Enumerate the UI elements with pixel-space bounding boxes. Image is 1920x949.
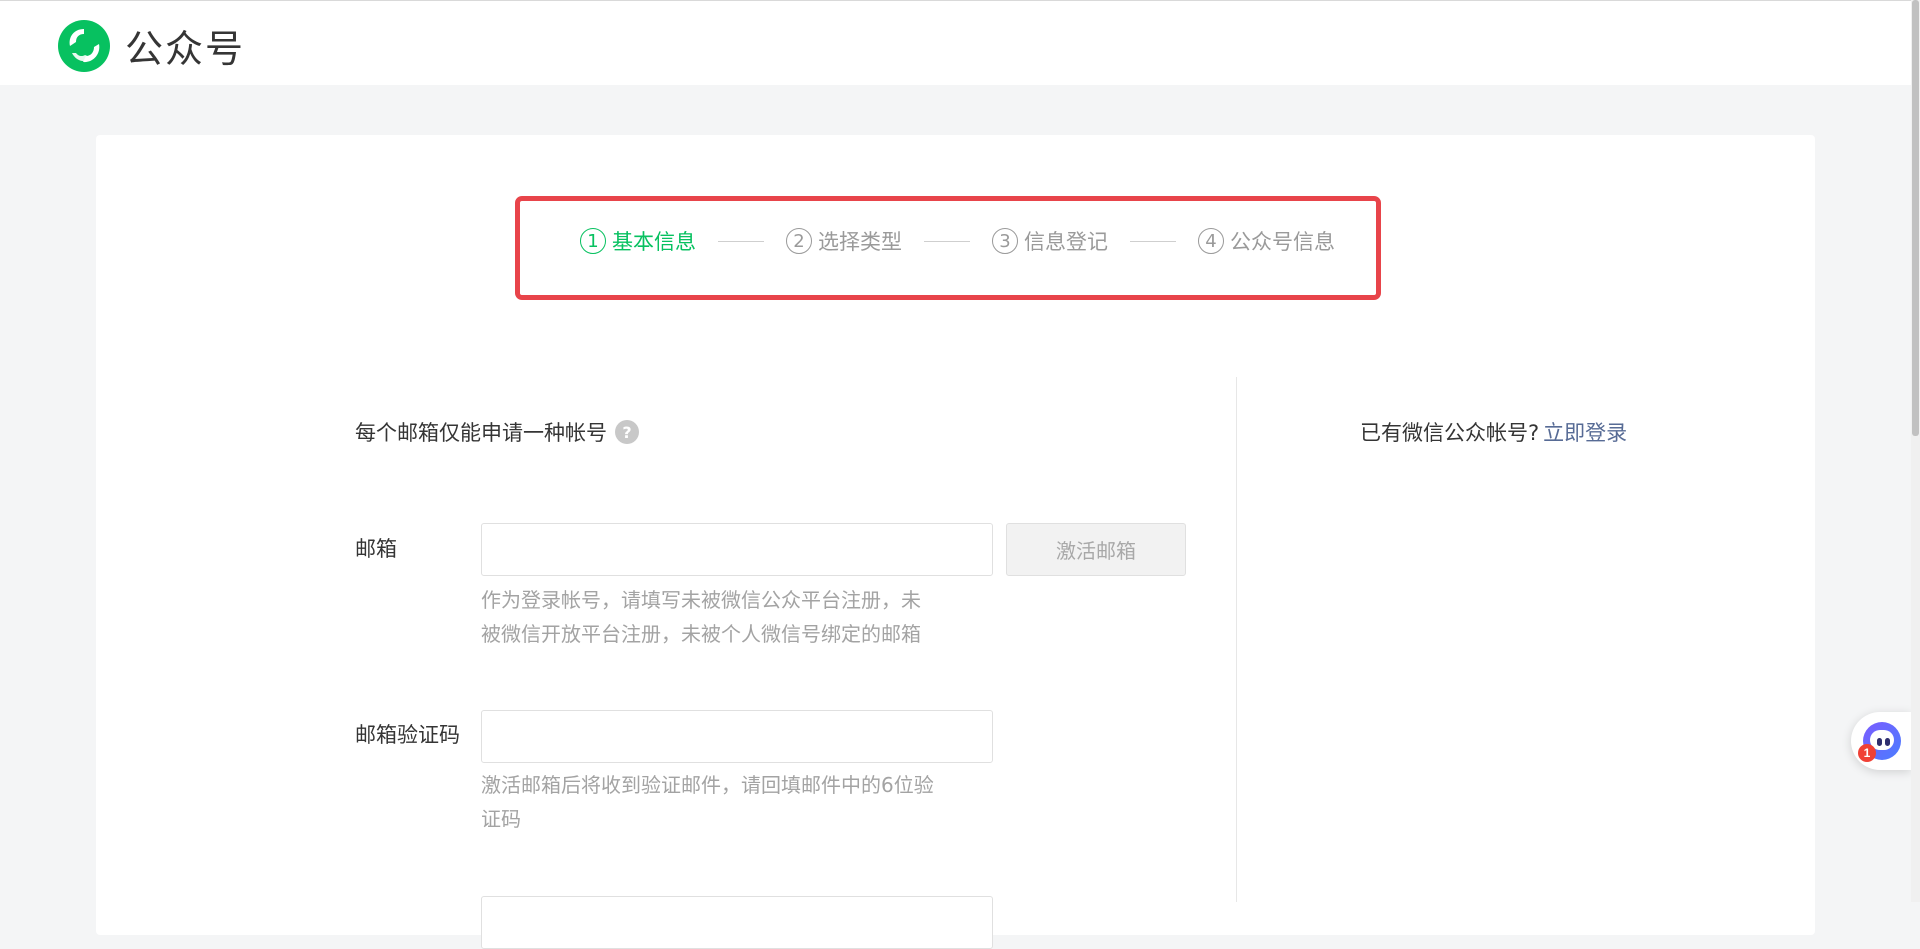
verification-code-label: 邮箱验证码 bbox=[355, 723, 460, 747]
verification-code-hint: 激活邮箱后将收到验证邮件，请回填邮件中的6位验 证码 bbox=[481, 768, 1001, 836]
verification-code-field[interactable] bbox=[481, 710, 993, 763]
step-label: 公众号信息 bbox=[1230, 230, 1335, 254]
verification-code-input[interactable] bbox=[482, 711, 992, 762]
step-connector bbox=[924, 240, 970, 242]
step-number: 1 bbox=[580, 228, 606, 254]
top-header: 公众号 bbox=[0, 0, 1911, 85]
assistant-eye bbox=[1885, 738, 1890, 746]
scrollbar-thumb[interactable] bbox=[1912, 0, 1919, 436]
existing-account-prompt: 已有微信公众帐号? 立即登录 bbox=[1360, 417, 1627, 447]
email-field[interactable] bbox=[481, 523, 993, 576]
step-label: 选择类型 bbox=[818, 230, 902, 254]
notice-text: 每个邮箱仅能申请一种帐号 bbox=[355, 421, 607, 445]
step-label: 信息登记 bbox=[1024, 230, 1108, 254]
step-connector bbox=[718, 240, 764, 242]
step-basic-info: 1 基本信息 bbox=[580, 226, 696, 256]
email-label: 邮箱 bbox=[355, 537, 397, 561]
registration-stepper: 1 基本信息 2 选择类型 3 信息登记 4 公众号信息 bbox=[580, 220, 1335, 262]
email-input[interactable] bbox=[482, 524, 992, 575]
step-number: 3 bbox=[992, 228, 1018, 254]
email-hint: 作为登录帐号，请填写未被微信公众平台注册，未 被微信开放平台注册，未被个人微信号… bbox=[481, 583, 1001, 651]
wechat-official-account-logo-icon bbox=[58, 19, 110, 72]
code-hint-line: 证码 bbox=[481, 807, 521, 831]
step-number: 2 bbox=[786, 228, 812, 254]
next-form-field[interactable] bbox=[481, 896, 993, 949]
page-scrollbar[interactable] bbox=[1911, 0, 1920, 902]
notification-badge: 1 bbox=[1858, 744, 1876, 762]
login-link[interactable]: 立即登录 bbox=[1543, 421, 1627, 445]
column-divider bbox=[1236, 377, 1237, 902]
brand-name: 公众号 bbox=[125, 27, 246, 71]
email-hint-line: 作为登录帐号，请填写未被微信公众平台注册，未 bbox=[481, 588, 921, 612]
step-select-type: 2 选择类型 bbox=[786, 226, 902, 256]
step-number: 4 bbox=[1198, 228, 1224, 254]
step-label: 基本信息 bbox=[612, 230, 696, 254]
email-notice: 每个邮箱仅能申请一种帐号 ? bbox=[355, 417, 639, 447]
help-icon[interactable]: ? bbox=[615, 420, 639, 444]
step-connector bbox=[1130, 240, 1176, 242]
brand[interactable]: 公众号 bbox=[58, 18, 245, 73]
existing-account-text: 已有微信公众帐号? bbox=[1360, 421, 1540, 445]
step-account-info: 4 公众号信息 bbox=[1198, 226, 1335, 256]
assistant-eye bbox=[1877, 738, 1882, 746]
assistant-widget[interactable]: 1 bbox=[1851, 712, 1911, 770]
email-hint-line: 被微信开放平台注册，未被个人微信号绑定的邮箱 bbox=[481, 622, 921, 646]
activate-email-button[interactable]: 激活邮箱 bbox=[1006, 523, 1186, 576]
step-info-registration: 3 信息登记 bbox=[992, 226, 1108, 256]
code-hint-line: 激活邮箱后将收到验证邮件，请回填邮件中的6位验 bbox=[481, 773, 934, 797]
